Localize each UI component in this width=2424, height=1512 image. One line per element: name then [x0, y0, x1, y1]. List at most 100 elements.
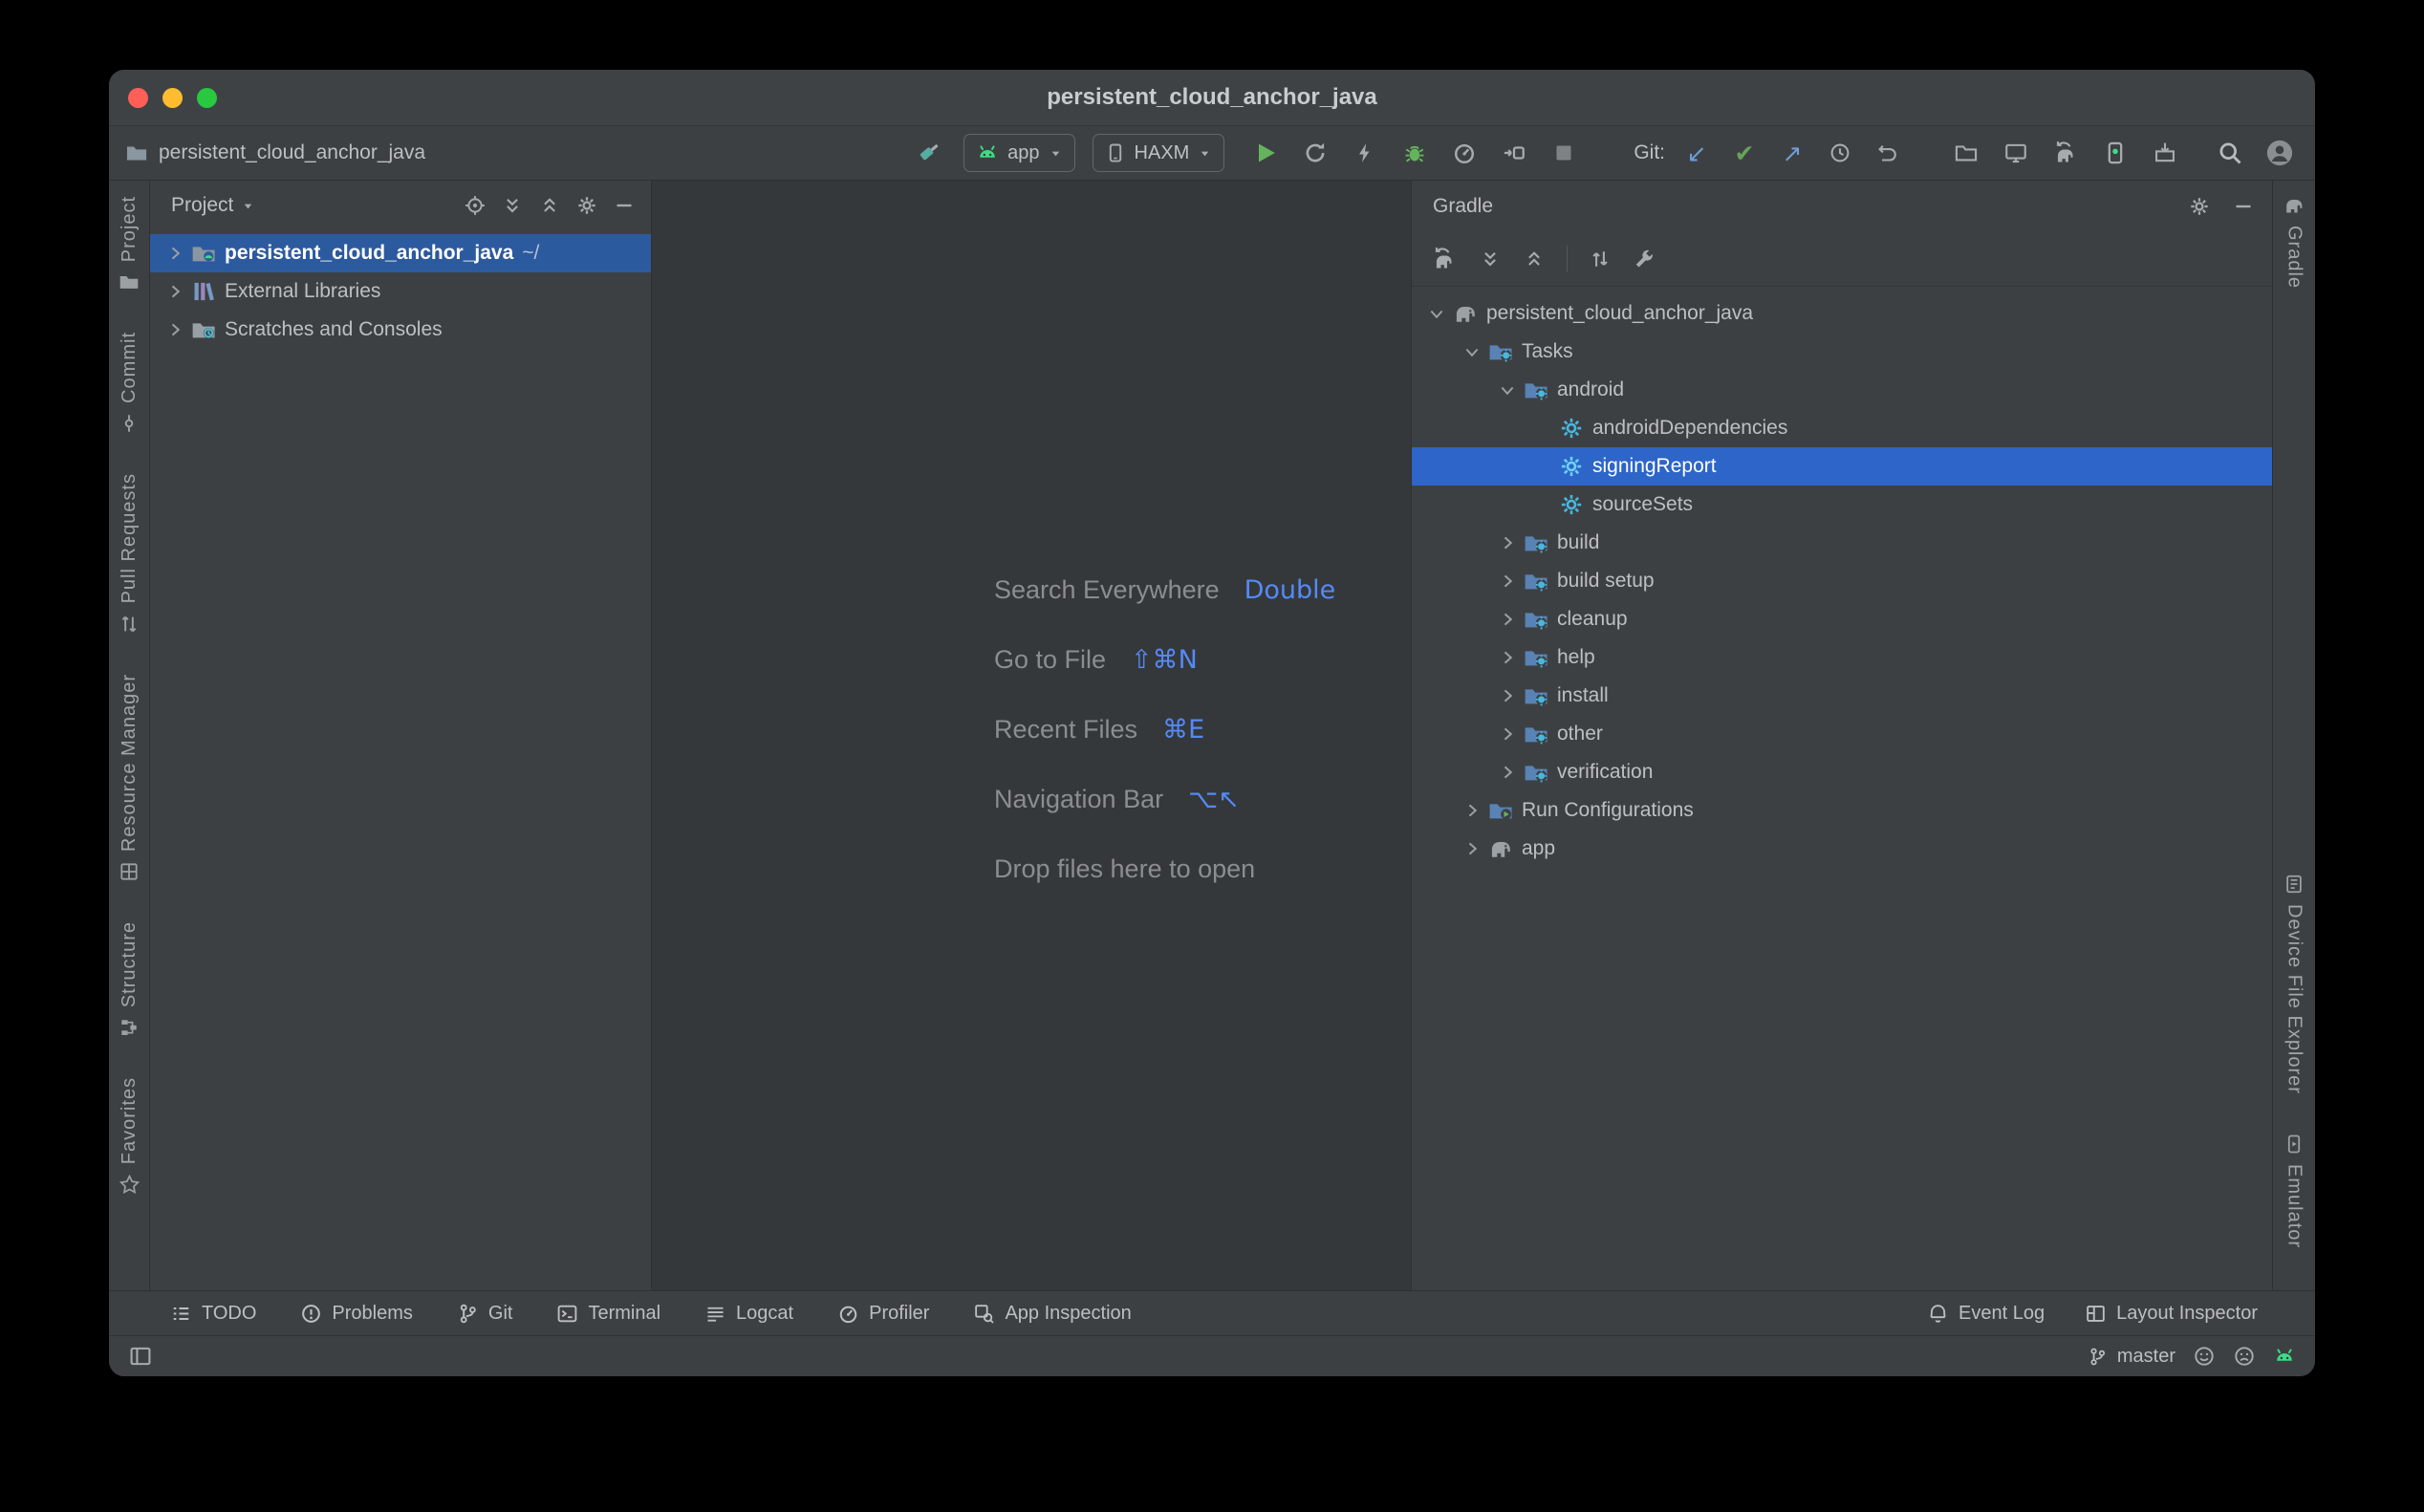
debug-button[interactable]	[1398, 137, 1431, 169]
tab-profiler[interactable]: Profiler	[837, 1303, 929, 1325]
panel-settings-button[interactable]	[575, 194, 598, 217]
commit-button[interactable]: ✔	[1728, 137, 1761, 169]
tree-row-label: Tasks	[1522, 340, 1573, 363]
gradle-task-androiddependencies[interactable]: androidDependencies	[1412, 409, 2272, 447]
tree-row-scratches[interactable]: Scratches and Consoles	[150, 311, 651, 349]
tab-todo[interactable]: TODO	[170, 1303, 256, 1325]
gradle-tree-row-build-setup[interactable]: build setup	[1412, 562, 2272, 600]
gradle-tree-row-help[interactable]: help	[1412, 638, 2272, 677]
gradle-task-gear-icon	[1558, 491, 1585, 518]
gradle-tree-row-verification[interactable]: verification	[1412, 753, 2272, 791]
gradle-sync-button[interactable]	[2049, 137, 2082, 169]
feedback-sad-button[interactable]	[2233, 1345, 2256, 1368]
tab-event-log[interactable]: Event Log	[1927, 1303, 2045, 1325]
gradle-tree-row-android[interactable]: android	[1412, 371, 2272, 409]
tab-git[interactable]: Git	[457, 1303, 513, 1325]
minimize-window-button[interactable]	[162, 88, 183, 108]
android-status-button[interactable]	[2273, 1345, 2296, 1368]
undo-icon	[1876, 141, 1899, 164]
push-button[interactable]: ↗	[1776, 137, 1808, 169]
expand-all-button[interactable]	[501, 194, 524, 217]
sdk-manager-button[interactable]	[2149, 137, 2181, 169]
tab-logcat[interactable]: Logcat	[704, 1303, 793, 1325]
search-profile-group	[2214, 137, 2300, 169]
chevron-down-icon[interactable]	[241, 199, 255, 213]
bug-icon	[1402, 140, 1427, 165]
hint-row: Drop files here to open	[994, 834, 1335, 904]
sidebar-tab-pull-requests[interactable]: Pull Requests	[118, 473, 141, 635]
tab-problems[interactable]: Problems	[300, 1303, 412, 1325]
close-window-button[interactable]	[128, 88, 148, 108]
chevron-down-icon	[1198, 146, 1212, 161]
tree-row-external-libraries[interactable]: External Libraries	[150, 272, 651, 311]
sidebar-tab-structure[interactable]: Structure	[118, 921, 141, 1039]
gradle-tree-row-tasks[interactable]: Tasks	[1412, 333, 2272, 371]
gradle-task-signingreport[interactable]: signingReport	[1412, 447, 2272, 486]
search-everywhere-button[interactable]	[2214, 137, 2246, 169]
hide-gradle-panel-button[interactable]	[2232, 195, 2255, 218]
stop-button[interactable]	[1547, 137, 1580, 169]
gradle-expand-all-button[interactable]	[1479, 248, 1502, 270]
gradle-task-gear-icon	[1558, 415, 1585, 442]
run-button[interactable]	[1249, 137, 1282, 169]
gradle-tree-row-build[interactable]: build	[1412, 524, 2272, 562]
tab-layout-inspector[interactable]: Layout Inspector	[2085, 1303, 2258, 1325]
run-configuration-select[interactable]: app	[963, 134, 1074, 172]
editor-area[interactable]: Search Everywhere Double Go to File ⇧⌘N …	[652, 181, 1411, 1290]
gradle-tree-row-app[interactable]: app	[1412, 830, 2272, 868]
running-devices-button[interactable]	[2000, 137, 2032, 169]
sidebar-tab-favorites[interactable]: Favorites	[118, 1077, 141, 1196]
tree-row-label: signingReport	[1592, 455, 1717, 478]
locate-file-button[interactable]	[464, 194, 487, 217]
sidebar-tab-commit[interactable]: Commit	[118, 332, 141, 435]
collapse-all-button[interactable]	[538, 194, 561, 217]
restart-activity-button[interactable]	[1299, 137, 1331, 169]
build-button[interactable]	[914, 137, 946, 169]
rollback-button[interactable]	[1872, 137, 1904, 169]
gradle-offline-toggle-button[interactable]	[1589, 248, 1612, 270]
tree-row-project-root[interactable]: persistent_cloud_anchor_java ~/	[150, 234, 651, 272]
gradle-tree-row-install[interactable]: install	[1412, 677, 2272, 715]
profile-app-button[interactable]	[1448, 137, 1481, 169]
device-manager-button[interactable]	[2099, 137, 2132, 169]
gear-icon	[2188, 195, 2211, 218]
sidebar-tab-resource-manager[interactable]: Resource Manager	[118, 674, 141, 883]
history-button[interactable]	[1824, 137, 1856, 169]
gradle-tree-row-root[interactable]: persistent_cloud_anchor_java	[1412, 294, 2272, 333]
chevron-right-icon	[1498, 686, 1517, 705]
gradle-tree-row-other[interactable]: other	[1412, 715, 2272, 753]
toolbar-project-widget[interactable]: persistent_cloud_anchor_java	[124, 140, 425, 165]
gradle-collapse-all-button[interactable]	[1523, 248, 1546, 270]
device-select[interactable]: HAXM	[1093, 134, 1225, 172]
gradle-settings-button[interactable]	[2188, 195, 2211, 218]
gradle-task-sourcesets[interactable]: sourceSets	[1412, 486, 2272, 524]
attach-debugger-button[interactable]	[1498, 137, 1530, 169]
profile-avatar-button[interactable]	[2263, 137, 2296, 169]
sidebar-tab-project[interactable]: Project	[118, 196, 141, 293]
update-project-button[interactable]: ↙	[1680, 137, 1713, 169]
gradle-tree-row-cleanup[interactable]: cleanup	[1412, 600, 2272, 638]
lightning-icon	[1353, 141, 1376, 164]
zoom-window-button[interactable]	[197, 88, 217, 108]
chevron-down-icon	[1049, 146, 1063, 161]
device-value: HAXM	[1135, 142, 1190, 164]
feedback-happy-button[interactable]	[2193, 1345, 2216, 1368]
sidebar-tab-emulator[interactable]: Emulator	[2283, 1133, 2305, 1248]
gradle-tree-row-run-configurations[interactable]: Run Configurations	[1412, 791, 2272, 830]
tab-terminal[interactable]: Terminal	[556, 1303, 660, 1325]
project-structure-button[interactable]	[1950, 137, 1982, 169]
minus-icon	[2232, 195, 2255, 218]
project-panel-title[interactable]: Project	[171, 194, 233, 217]
sidebar-tab-device-file-explorer[interactable]: Device File Explorer	[2283, 873, 2305, 1094]
hint-label: Drop files here to open	[994, 854, 1255, 884]
git-branch-widget[interactable]: master	[2088, 1346, 2175, 1368]
gradle-reload-button[interactable]	[1431, 246, 1458, 272]
sidebar-tab-gradle[interactable]: Gradle	[2283, 194, 2305, 289]
hide-panel-button[interactable]	[613, 194, 636, 217]
gradle-build-settings-button[interactable]	[1633, 248, 1656, 270]
tool-window-switcher-button[interactable]	[128, 1344, 153, 1369]
arrow-down-left-icon: ↙	[1687, 141, 1707, 165]
apply-changes-button[interactable]	[1349, 137, 1381, 169]
tab-label: Resource Manager	[119, 674, 141, 852]
tab-app-inspection[interactable]: App Inspection	[973, 1303, 1131, 1325]
